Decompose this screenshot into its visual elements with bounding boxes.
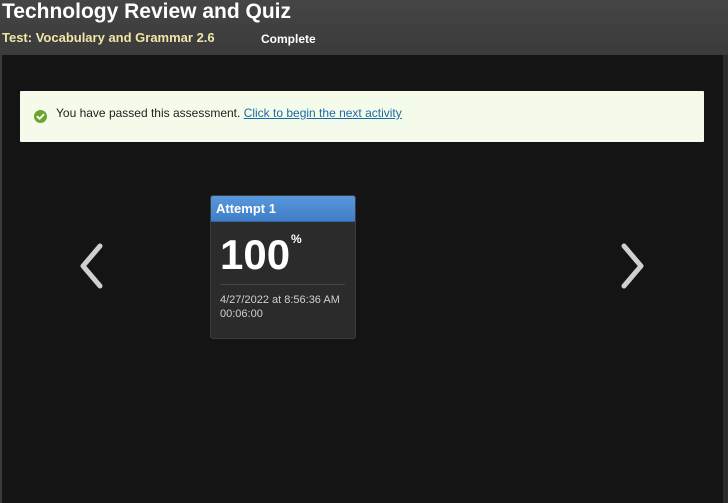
assessment-page: Technology Review and Quiz Test: Vocabul… [0, 0, 728, 503]
status-label: Complete [261, 32, 316, 46]
attempt-label: Attempt 1 [216, 201, 276, 216]
attempt-date: 4/27/2022 at 8:56:36 AM [220, 294, 340, 306]
attempt-card[interactable]: Attempt 1 100 % 4/27/2022 at 8:56:36 AM … [210, 195, 356, 339]
attempt-duration: 00:06:00 [220, 308, 263, 320]
check-circle-icon [34, 110, 47, 123]
page-title: Technology Review and Quiz [2, 0, 291, 23]
chevron-right-icon[interactable] [616, 241, 650, 291]
notice-message: You have passed this assessment. [56, 106, 241, 120]
pass-notice: You have passed this assessment. Click t… [20, 91, 704, 142]
card-divider [220, 284, 345, 285]
attempt-card-header: Attempt 1 [211, 196, 355, 222]
scrollbar-track[interactable] [723, 55, 728, 503]
content-area: You have passed this assessment. Click t… [2, 55, 723, 503]
next-activity-link[interactable]: Click to begin the next activity [244, 106, 402, 120]
notice-text: You have passed this assessment. Click t… [56, 106, 402, 120]
attempt-score: 100 [220, 231, 291, 278]
chevron-left-icon[interactable] [74, 241, 108, 291]
activity-subtitle: Test: Vocabulary and Grammar 2.6 [2, 30, 215, 45]
header: Technology Review and Quiz Test: Vocabul… [0, 0, 728, 55]
attempt-score-unit: % [291, 232, 302, 246]
